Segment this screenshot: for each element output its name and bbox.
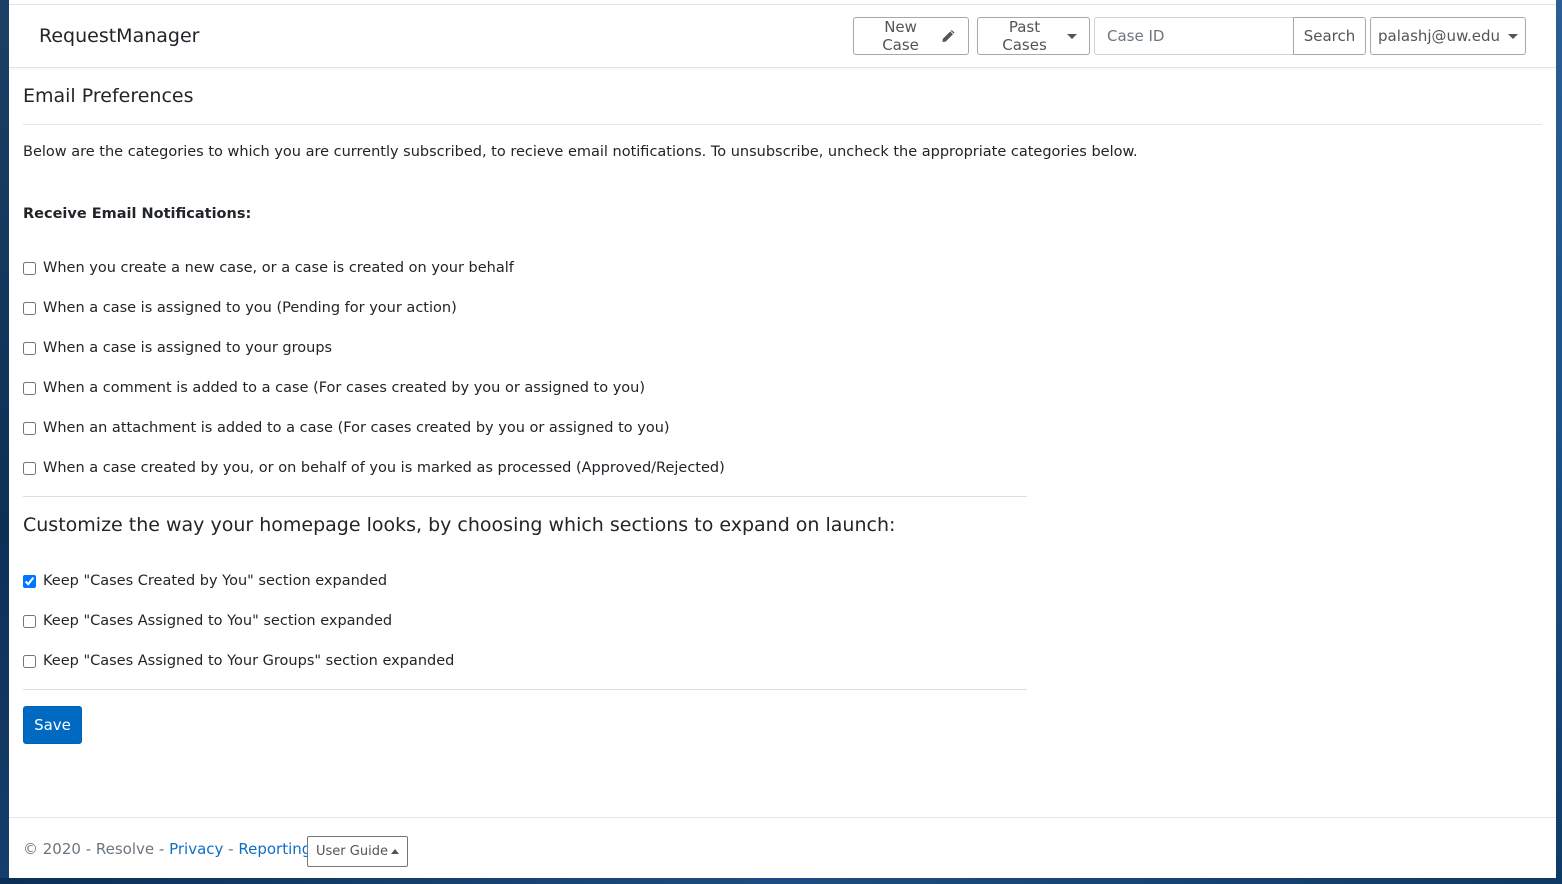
section-divider [23,496,1027,497]
user-email: palashj@uw.edu [1378,27,1500,45]
new-case-button[interactable]: New Case [853,17,969,55]
case-id-input[interactable] [1094,17,1294,55]
notification-option[interactable]: When a case is assigned to you (Pending … [23,297,457,319]
notification-option[interactable]: When a case created by you, or on behalf… [23,457,725,479]
section-divider [23,689,1027,690]
user-guide-button[interactable]: User Guide [307,836,408,867]
caret-down-icon [1508,33,1518,39]
caret-down-icon [1067,33,1077,39]
user-guide-label: User Guide [316,844,388,859]
navbar: RequestManager New Case Past Cases Searc… [9,5,1556,68]
notification-option-label: When a case is assigned to your groups [43,340,333,356]
desktop-background-right [1556,0,1562,884]
homepage-section-checkbox[interactable] [23,614,36,628]
footer: © 2020 - Resolve - Privacy - Reporting U… [9,817,1556,878]
desktop-background-bottom [0,878,1562,884]
notification-option-label: When an attachment is added to a case (F… [43,420,670,436]
footer-text: © 2020 - Resolve - Privacy - Reporting [23,840,311,858]
title-divider [23,124,1542,125]
notification-checkbox[interactable] [23,261,36,275]
notification-checkbox[interactable] [23,421,36,435]
notification-option-label: When you create a new case, or a case is… [43,260,514,276]
page-title: Email Preferences [23,85,194,107]
notification-checkbox[interactable] [23,341,36,355]
user-menu-dropdown[interactable]: palashj@uw.edu [1370,17,1526,55]
notification-option-label: When a comment is added to a case (For c… [43,380,646,396]
homepage-section-checkbox[interactable] [23,574,36,588]
save-button[interactable]: Save [23,706,82,744]
past-cases-label: Past Cases [1002,18,1047,54]
homepage-section-label: Keep "Cases Created by You" section expa… [43,573,388,589]
notification-option[interactable]: When you create a new case, or a case is… [23,257,514,279]
notification-option[interactable]: When a comment is added to a case (For c… [23,377,645,399]
notification-checkbox[interactable] [23,461,36,475]
intro-text: Below are the categories to which you ar… [23,144,1138,160]
new-case-label: New Case [882,18,919,54]
privacy-link[interactable]: Privacy [169,840,223,858]
notification-option-label: When a case is assigned to you (Pending … [43,300,457,316]
notification-checkbox[interactable] [23,301,36,315]
copyright-text: © 2020 - Resolve - [23,840,170,858]
search-button[interactable]: Search [1293,17,1366,55]
footer-separator: - [223,840,239,858]
homepage-section-label: Keep "Cases Assigned to You" section exp… [43,613,393,629]
notifications-label: Receive Email Notifications: [23,206,252,222]
notification-checkbox[interactable] [23,381,36,395]
reporting-link[interactable]: Reporting [238,840,311,858]
homepage-section-option[interactable]: Keep "Cases Assigned to Your Groups" sec… [23,650,454,672]
desktop-background-left [0,0,9,884]
notification-option[interactable]: When an attachment is added to a case (F… [23,417,670,439]
homepage-section-label: Keep "Cases Assigned to Your Groups" sec… [43,653,455,669]
browser-page: RequestManager New Case Past Cases Searc… [9,0,1556,878]
brand-link[interactable]: RequestManager [39,25,199,47]
notification-option-label: When a case created by you, or on behalf… [43,460,725,476]
customize-heading: Customize the way your homepage looks, b… [23,514,896,536]
past-cases-dropdown[interactable]: Past Cases [977,17,1090,55]
pencil-icon [942,29,955,43]
homepage-section-option[interactable]: Keep "Cases Assigned to You" section exp… [23,610,392,632]
homepage-section-checkbox[interactable] [23,654,36,668]
caret-up-icon [390,849,399,854]
homepage-section-option[interactable]: Keep "Cases Created by You" section expa… [23,570,387,592]
notification-option[interactable]: When a case is assigned to your groups [23,337,332,359]
